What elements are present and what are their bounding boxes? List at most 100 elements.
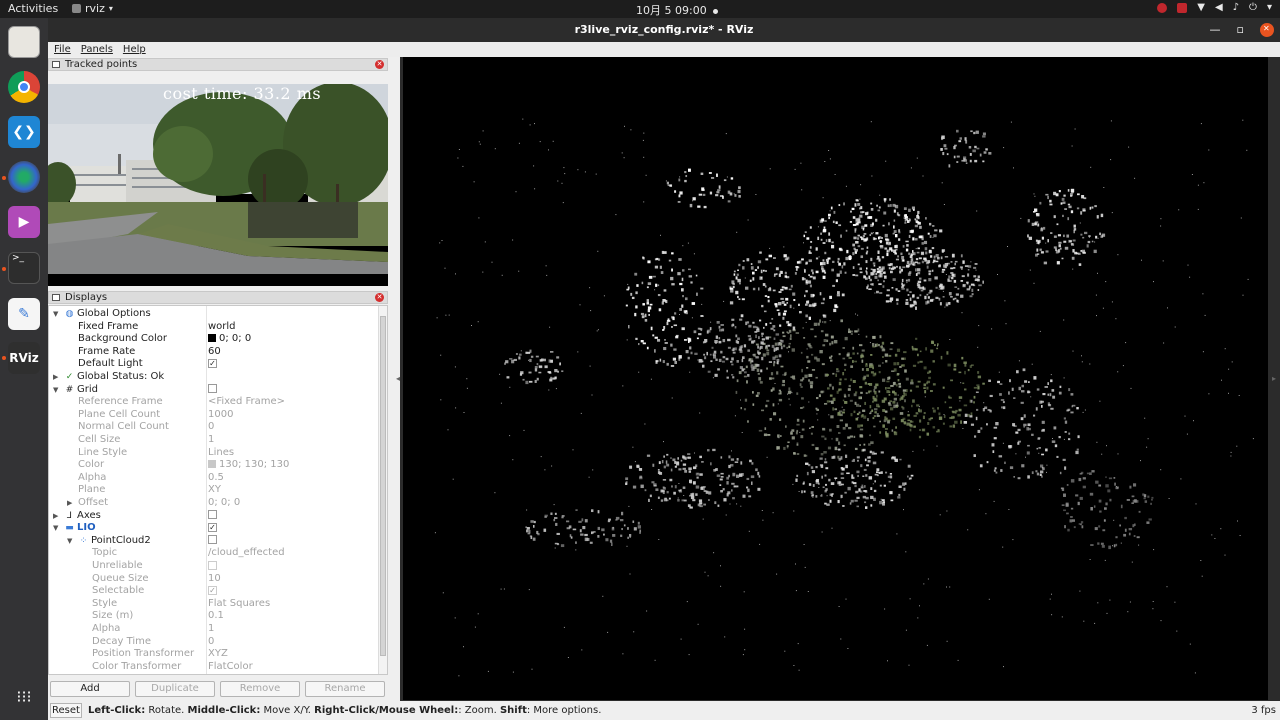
tree-row-grid[interactable]: ▼ # Grid (49, 384, 379, 397)
row-value[interactable]: 0 (208, 421, 214, 434)
tree-scrollbar[interactable] (378, 306, 387, 674)
displays-header[interactable]: Displays ✕ (48, 291, 388, 304)
video-icon[interactable]: ▶ (8, 206, 40, 238)
rename-button[interactable]: Rename (305, 681, 385, 697)
row-value[interactable]: 1 (208, 623, 214, 636)
tree-row-pointcloud2[interactable]: ▼ ⁘ PointCloud2 (49, 535, 379, 548)
tree-row-frame-rate[interactable]: Frame Rate 60 (49, 346, 379, 359)
tree-row-color-transformer[interactable]: Color Transformer FlatColor (49, 661, 379, 674)
minimize-icon[interactable]: — (1210, 18, 1221, 42)
chrome-icon[interactable] (8, 71, 40, 103)
row-value[interactable]: 1 (208, 434, 214, 447)
row-value[interactable]: world (208, 321, 236, 334)
row-value[interactable]: Lines (208, 447, 234, 460)
add-button[interactable]: Add (50, 681, 130, 697)
rviz-icon[interactable]: RViz (8, 342, 40, 374)
row-value[interactable]: Flat Squares (208, 598, 270, 611)
tree-row-selectable[interactable]: Selectable ✓ (49, 585, 379, 598)
row-value[interactable]: 0; 0; 0 (208, 497, 240, 510)
system-tray[interactable]: ▼ ◀ ♪ ⏻ ▾ (1157, 2, 1272, 13)
tree-row-fixed-frame[interactable]: Fixed Frame world (49, 321, 379, 334)
tree-row-plane[interactable]: Plane XY (49, 484, 379, 497)
displays-tree[interactable]: ▼ ◍ Global Options Fixed Frame world Back… (48, 305, 388, 675)
row-value[interactable]: 130; 130; 130 (219, 459, 289, 470)
app-menu[interactable]: rviz ▾ (72, 2, 113, 15)
close-icon[interactable]: ✕ (375, 293, 384, 302)
tree-row-axes[interactable]: ▶ ⅃ Axes (49, 510, 379, 523)
close-icon[interactable]: ✕ (375, 60, 384, 69)
tree-row-position-transformer[interactable]: Position Transformer XYZ (49, 648, 379, 661)
files-icon[interactable] (8, 26, 40, 58)
expand-arrow-icon[interactable]: ▼ (53, 384, 58, 397)
expand-arrow-icon[interactable]: ▼ (53, 308, 58, 321)
expand-arrow-icon[interactable]: ▶ (53, 371, 58, 384)
row-value[interactable]: <Fixed Frame> (208, 396, 285, 409)
tree-row-normal-cell-count[interactable]: Normal Cell Count 0 (49, 421, 379, 434)
vscode-icon[interactable]: ❮❯ (8, 116, 40, 148)
tree-row-plane-cell-count[interactable]: Plane Cell Count 1000 (49, 409, 379, 422)
tree-row-alpha-2[interactable]: Alpha 1 (49, 623, 379, 636)
row-value[interactable]: 0.1 (208, 610, 224, 623)
close-icon[interactable] (1260, 17, 1274, 41)
tree-row-alpha[interactable]: Alpha 0.5 (49, 472, 379, 485)
checkbox-unchecked[interactable] (208, 510, 217, 520)
terminal-icon[interactable]: >_ (8, 252, 40, 284)
color-swatch[interactable] (208, 460, 216, 469)
tree-row-reference-frame[interactable]: Reference Frame <Fixed Frame> (49, 396, 379, 409)
tracked-points-header[interactable]: Tracked points ✕ (48, 58, 388, 71)
expand-arrow-icon[interactable]: ▼ (53, 522, 58, 535)
tree-row-background-color[interactable]: Background Color 0; 0; 0 (49, 333, 379, 346)
tree-row-default-light[interactable]: Default Light ✓ (49, 358, 379, 371)
row-value[interactable]: 10 (208, 573, 221, 586)
row-value[interactable]: 0.5 (208, 472, 224, 485)
editor-icon[interactable]: ✎ (8, 298, 40, 330)
tree-row-cell-size[interactable]: Cell Size 1 (49, 434, 379, 447)
tree-row-style[interactable]: Style Flat Squares (49, 598, 379, 611)
tree-row-decay-time[interactable]: Decay Time 0 (49, 636, 379, 649)
tree-row-line-style[interactable]: Line Style Lines (49, 447, 379, 460)
activities-button[interactable]: Activities (8, 2, 58, 15)
maximize-icon[interactable]: ▫ (1237, 18, 1244, 42)
collapse-right-arrow-icon[interactable]: ▸ (1272, 374, 1276, 383)
tree-row-color[interactable]: Color 130; 130; 130 (49, 459, 379, 472)
checkbox-unchecked[interactable] (208, 560, 217, 570)
checkbox-checked[interactable]: ✓ (208, 358, 217, 368)
collapse-left-arrow-icon[interactable]: ◂ (396, 374, 400, 383)
tree-row-topic[interactable]: Topic /cloud_effected (49, 547, 379, 560)
row-value[interactable]: 0; 0; 0 (219, 333, 251, 344)
app-grid-icon[interactable]: ⁝⁝⁝ (8, 680, 40, 712)
reset-button[interactable]: Reset (50, 703, 82, 718)
checkbox-checked[interactable]: ✓ (208, 522, 217, 532)
checkbox-unchecked[interactable] (208, 535, 217, 545)
color-icon[interactable] (8, 161, 40, 193)
menu-file[interactable]: File (54, 42, 71, 57)
expand-arrow-icon[interactable]: ▶ (67, 497, 72, 510)
row-value[interactable]: FlatColor (208, 661, 253, 674)
tree-row-queue-size[interactable]: Queue Size 10 (49, 573, 379, 586)
tree-row-offset[interactable]: ▶ Offset 0; 0; 0 (49, 497, 379, 510)
3d-render-viewport[interactable] (403, 57, 1268, 700)
row-value[interactable]: 1000 (208, 409, 233, 422)
menu-panels[interactable]: Panels (81, 42, 113, 57)
tree-row-global-options[interactable]: ▼ ◍ Global Options (49, 308, 379, 321)
color-swatch[interactable] (208, 334, 216, 343)
window-titlebar[interactable]: r3live_rviz_config.rviz* - RViz — ▫ (48, 17, 1280, 42)
row-value[interactable]: XY (208, 484, 221, 497)
checkbox-unchecked[interactable] (208, 384, 217, 394)
scrollbar-thumb[interactable] (380, 316, 386, 656)
duplicate-button[interactable]: Duplicate (135, 681, 215, 697)
checkbox-checked[interactable]: ✓ (208, 585, 217, 595)
expand-arrow-icon[interactable]: ▶ (53, 510, 58, 523)
expand-arrow-icon[interactable]: ▼ (67, 535, 72, 548)
remove-button[interactable]: Remove (220, 681, 300, 697)
clock[interactable]: 10月 5 09:00 (636, 2, 718, 18)
tree-row-lio[interactable]: ▼ ▬ LIO ✓ (49, 522, 379, 535)
row-value[interactable]: 60 (208, 346, 221, 359)
menu-help[interactable]: Help (123, 42, 146, 57)
row-value[interactable]: XYZ (208, 648, 228, 661)
row-value[interactable]: /cloud_effected (208, 547, 285, 560)
tree-row-global-status[interactable]: ▶ ✓ Global Status: Ok (49, 371, 379, 384)
tree-row-size[interactable]: Size (m) 0.1 (49, 610, 379, 623)
row-value[interactable]: 0 (208, 636, 214, 649)
tree-row-unreliable[interactable]: Unreliable (49, 560, 379, 573)
